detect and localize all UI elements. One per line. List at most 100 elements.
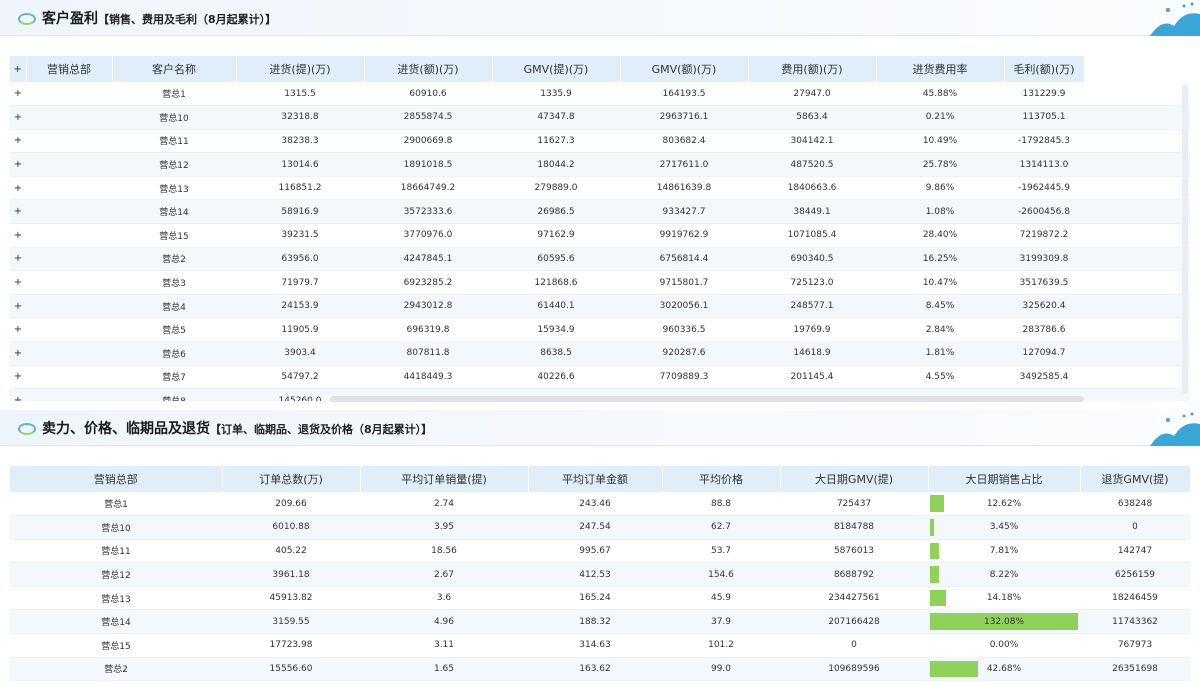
table-row[interactable]: + 营总11 38238.3 2900669.8 11627.3 803682.4 3041…	[10, 129, 1190, 154]
column-header[interactable]: 大日期GMV(提)	[780, 466, 929, 492]
table-row[interactable]: + 营总14 58916.9 3572333.6 26986.5 933427.7 3844…	[10, 199, 1190, 225]
table-cell: 45913.82	[222, 586, 360, 611]
table-cell-spacer	[1084, 365, 1190, 390]
table-row[interactable]: 营总13 45913.82 3.6 165.24 45.9 234427561 14.18%…	[10, 586, 1190, 611]
expand-all-button[interactable]: +	[10, 56, 27, 82]
column-header[interactable]: 客户名称	[112, 56, 237, 82]
profit-table-header: + 营销总部 客户名称 进货(提)(万) 进货(额)(万) GMV(提)(万) …	[10, 56, 1190, 82]
table-cell: 247.54	[528, 515, 662, 540]
expand-row-button[interactable]: +	[10, 270, 26, 295]
table-cell: 6923285.2	[364, 270, 492, 295]
table-cell: 营总15	[112, 223, 236, 248]
column-header[interactable]: 费用(额)(万)	[748, 56, 877, 82]
table-row[interactable]: 营总11 405.22 18.56 995.67 53.7 5876013 7.81% 142…	[10, 539, 1190, 564]
column-header[interactable]: GMV(额)(万)	[620, 56, 749, 82]
table-cell: 26351698	[1080, 657, 1190, 682]
ratio-label: 132.08%	[983, 616, 1025, 627]
table-row[interactable]: 营总10 6010.88 3.95 247.54 62.7 8184788 3.45% 0	[10, 515, 1190, 540]
table-cell: 1071085.4	[748, 223, 876, 248]
table-row[interactable]: + 营总7 54797.2 4418449.3 40226.6 7709889.3 2011…	[10, 365, 1190, 390]
table-cell: 7709889.3	[620, 365, 748, 390]
table-cell: 767973	[1080, 633, 1190, 658]
table-cell: 1315.5	[236, 82, 364, 107]
expand-row-button[interactable]: +	[10, 176, 26, 201]
table-cell: 0	[780, 633, 928, 658]
table-row[interactable]: + 营总10 32318.8 2855874.5 47347.8 2963716.1 586…	[10, 105, 1190, 130]
table-cell: 1335.9	[492, 82, 620, 107]
table-cell	[26, 317, 112, 343]
table-cell: 营总1	[10, 492, 222, 517]
table-row[interactable]: + 营总2 63956.0 4247845.1 60595.6 6756814.4 6903…	[10, 247, 1190, 272]
table-row[interactable]: + 营总12 13014.6 1891018.5 18044.2 2717611.0 487…	[10, 152, 1190, 177]
vertical-scrollbar[interactable]	[1182, 84, 1188, 394]
table-row[interactable]: + 营总6 3903.4 807811.8 8638.5 920287.6 14618.9 1…	[10, 341, 1190, 366]
column-header[interactable]: 平均价格	[662, 466, 781, 492]
table-cell: 61440.1	[492, 294, 620, 319]
table-cell-spacer	[1084, 176, 1190, 201]
expand-row-button[interactable]: +	[10, 105, 26, 130]
expand-row-button[interactable]: +	[10, 388, 26, 401]
table-row[interactable]: + 营总1 1315.5 60910.6 1335.9 164193.5 27947.0 45…	[10, 82, 1190, 107]
expand-row-button[interactable]: +	[10, 223, 26, 248]
column-header[interactable]: 进货(提)(万)	[236, 56, 365, 82]
table-cell: 807811.8	[364, 341, 492, 366]
table-cell: 60595.6	[492, 247, 620, 272]
table-row[interactable]: 营总14 3159.55 4.96 188.32 37.9 207166428 132.08…	[10, 609, 1190, 635]
column-header[interactable]: GMV(提)(万)	[492, 56, 621, 82]
table-cell: 18044.2	[492, 152, 620, 177]
expand-row-button[interactable]: +	[10, 317, 26, 343]
table-cell	[26, 270, 112, 295]
table-row[interactable]: 营总15 17723.98 3.11 314.63 101.2 0 0.00% 767973	[10, 633, 1190, 658]
table-cell: 163.62	[528, 657, 662, 682]
table-row[interactable]: + 营总13 116851.2 18664749.2 279889.0 14861639.…	[10, 176, 1190, 201]
table-row[interactable]: + 营总4 24153.9 2943012.8 61440.1 3020056.1 2485…	[10, 294, 1190, 319]
expand-row-button[interactable]: +	[10, 82, 26, 107]
column-header[interactable]: 营销总部	[26, 56, 113, 82]
ratio-bar	[930, 542, 939, 560]
table-cell: 3159.55	[222, 609, 360, 635]
table-cell: 60910.6	[364, 82, 492, 107]
column-header[interactable]: 进货(额)(万)	[364, 56, 493, 82]
table-cell: 234427561	[780, 586, 928, 611]
expand-row-button[interactable]: +	[10, 294, 26, 319]
table-cell: 99.0	[662, 657, 780, 682]
table-cell: 8184788	[780, 515, 928, 540]
expand-row-button[interactable]: +	[10, 365, 26, 390]
column-header[interactable]: 平均订单销量(提)	[360, 466, 529, 492]
table-cell: 248577.1	[748, 294, 876, 319]
table-row[interactable]: + 营总5 11905.9 696319.8 15934.9 960336.5 19769.…	[10, 317, 1190, 343]
column-header[interactable]: 毛利(额)(万)	[1004, 56, 1085, 82]
table-cell: 1891018.5	[364, 152, 492, 177]
table-cell: 638248	[1080, 492, 1190, 517]
table-cell: 28.40%	[876, 223, 1004, 248]
table-cell: 62.7	[662, 515, 780, 540]
table-row[interactable]: + 营总15 39231.5 3770976.0 97162.9 9919762.9 107…	[10, 223, 1190, 248]
table-row[interactable]: 营总2 15556.60 1.65 163.62 99.0 109689596 42.68%…	[10, 657, 1190, 682]
ratio-bar-cell: 8.22%	[928, 562, 1080, 587]
table-row[interactable]: 营总12 3961.18 2.67 412.53 154.6 8688792 8.22% 62…	[10, 562, 1190, 587]
table-cell: 188.32	[528, 609, 662, 635]
column-header[interactable]: 营销总部	[10, 466, 223, 492]
column-header[interactable]: 大日期销售占比	[928, 466, 1081, 492]
table-cell: 58916.9	[236, 199, 364, 225]
column-header[interactable]: 订单总数(万)	[222, 466, 361, 492]
table-cell: 109689596	[780, 657, 928, 682]
table-row[interactable]: + 营总3 71979.7 6923285.2 121868.6 9715801.7 725…	[10, 270, 1190, 295]
table-cell: 37.9	[662, 609, 780, 635]
table-cell: 11743362	[1080, 609, 1190, 635]
expand-row-button[interactable]: +	[10, 129, 26, 154]
column-header[interactable]: 进货费用率	[876, 56, 1005, 82]
table-cell: 2943012.8	[364, 294, 492, 319]
expand-row-button[interactable]: +	[10, 341, 26, 366]
table-cell: 营总13	[112, 176, 236, 201]
water-splash-icon	[1150, 412, 1200, 446]
column-header[interactable]: 平均订单金额	[528, 466, 663, 492]
expand-row-button[interactable]: +	[10, 247, 26, 272]
horizontal-scrollbar[interactable]	[330, 396, 1084, 402]
expand-row-button[interactable]: +	[10, 199, 26, 225]
table-cell: 3572333.6	[364, 199, 492, 225]
expand-row-button[interactable]: +	[10, 152, 26, 177]
ratio-bar-cell: 132.08%	[928, 609, 1080, 635]
column-header[interactable]: 退货GMV(提)	[1080, 466, 1190, 492]
table-row[interactable]: 营总1 209.66 2.74 243.46 88.8 725437 12.62% 63824…	[10, 492, 1190, 517]
